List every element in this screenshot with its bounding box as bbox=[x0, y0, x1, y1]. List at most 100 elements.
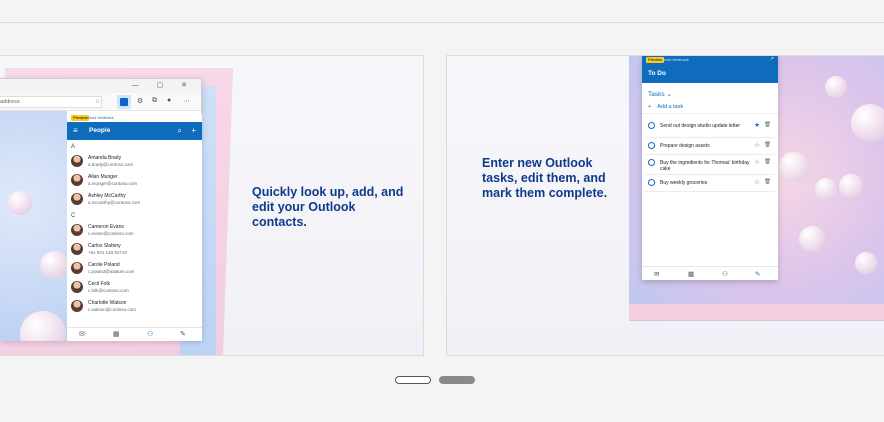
feedback-link: Send feedback bbox=[87, 115, 114, 120]
open-external-icon: ↗ bbox=[769, 56, 774, 62]
feedback-link: Send feedback bbox=[662, 57, 689, 62]
avatar bbox=[71, 243, 83, 255]
delete-icon: 🗑 bbox=[764, 159, 771, 165]
contact-email: c.watson@contoso.com bbox=[88, 307, 136, 312]
decor-sphere bbox=[20, 311, 66, 341]
contact-name: Carole Poland bbox=[88, 262, 120, 268]
star-filled-icon: ★ bbox=[754, 122, 760, 129]
people-icon: ⚇ bbox=[147, 331, 154, 338]
profile-icon: ● bbox=[167, 97, 172, 104]
contact-email: a.munger@contoso.com bbox=[88, 181, 138, 186]
contact-email: c.evans@contoso.com bbox=[88, 231, 134, 236]
calendar-icon: ▦ bbox=[113, 331, 120, 338]
caption-line: contacts. bbox=[252, 215, 307, 229]
collections-icon: ⧉ bbox=[152, 97, 157, 104]
star-icon: ☆ bbox=[754, 142, 760, 149]
add-task-label: Add a task bbox=[657, 104, 684, 110]
contact-row: Amanda Brady a.brady@contoso.com bbox=[67, 152, 202, 171]
people-title: People bbox=[89, 127, 111, 134]
browser-toolbar: address ☆ ⚙ ⧉ ● ⋯ bbox=[0, 93, 201, 111]
more-icon: ⋯ bbox=[183, 98, 190, 105]
decor-sphere bbox=[815, 178, 837, 200]
pager-dot-2[interactable] bbox=[439, 376, 475, 384]
contact-row: Carlos Slattery +91 921 133 91710 bbox=[67, 240, 202, 259]
people-header: ≡ People ⌕ + bbox=[67, 122, 202, 140]
delete-icon: 🗑 bbox=[764, 142, 771, 148]
task-text: Prepare design assets bbox=[660, 143, 710, 149]
todo-icon: ✎ bbox=[180, 331, 186, 338]
outlook-extension-icon bbox=[117, 95, 131, 109]
contact-name: Cameron Evans bbox=[88, 224, 124, 230]
contact-name: Ashley McCarthy bbox=[88, 193, 126, 199]
task-text: Buy the ingredients for Thomas' birthday… bbox=[660, 160, 750, 172]
complete-checkbox-icon bbox=[648, 142, 655, 149]
group-letter: C bbox=[71, 213, 76, 219]
panel-footer-nav: ✉ ▦ ⚇ ✎ bbox=[642, 266, 778, 280]
task-text: Send out design studio update letter bbox=[660, 123, 741, 129]
list-selector: Tasks ⌄ bbox=[642, 83, 778, 100]
slide-caption: Quickly look up, add, and edit your Outl… bbox=[252, 185, 412, 230]
task-row: Buy weekly groceries ☆ 🗑 bbox=[645, 175, 775, 192]
panel-banner: Preview Send feedback ↗ bbox=[642, 56, 778, 65]
plus-icon: + bbox=[648, 104, 652, 110]
decor-pink-band bbox=[629, 304, 884, 320]
contact-row: Cecil Folk c.folk@contoso.com bbox=[67, 278, 202, 297]
contact-name: Carlos Slattery bbox=[88, 243, 121, 249]
top-divider bbox=[0, 22, 884, 23]
webpage-background bbox=[0, 111, 67, 341]
contact-row: Cameron Evans c.evans@contoso.com bbox=[67, 221, 202, 240]
list-name: Tasks bbox=[648, 91, 665, 98]
contact-list: A Amanda Brady a.brady@contoso.com Allan Mu… bbox=[67, 140, 202, 316]
complete-checkbox-icon bbox=[648, 159, 655, 166]
avatar bbox=[71, 193, 83, 205]
slide-contacts: — ▢ ✕ address ☆ ⚙ ⧉ ● ⋯ Preview Send fee… bbox=[0, 55, 424, 356]
search-icon: ⌕ bbox=[177, 126, 182, 135]
caption-line: tasks, edit them, and bbox=[482, 171, 606, 185]
window-controls-icon: — ▢ ✕ bbox=[131, 82, 195, 89]
decor-sphere bbox=[839, 174, 863, 198]
star-icon: ☆ bbox=[754, 179, 760, 186]
task-row: Prepare design assets ☆ 🗑 bbox=[645, 138, 775, 155]
decor-sphere bbox=[851, 104, 884, 142]
avatar bbox=[71, 262, 83, 274]
avatar bbox=[71, 281, 83, 293]
delete-icon: 🗑 bbox=[764, 179, 771, 185]
pager-dot-1[interactable] bbox=[395, 376, 431, 384]
browser-window-illustration: — ▢ ✕ address ☆ ⚙ ⧉ ● ⋯ Preview Send fee… bbox=[0, 78, 202, 341]
delete-icon: 🗑 bbox=[764, 122, 771, 128]
avatar bbox=[71, 174, 83, 186]
people-panel: Preview Send feedback ≡ People ⌕ + A Aman… bbox=[67, 114, 202, 341]
contact-row: Allan Munger a.munger@contoso.com bbox=[67, 171, 202, 190]
contact-name: Cecil Folk bbox=[88, 281, 110, 287]
contact-name: Charlotte Watson bbox=[88, 300, 127, 306]
task-list: Send out design studio update letter ★ 🗑 Pr… bbox=[642, 114, 778, 192]
todo-icon: ✎ bbox=[755, 271, 761, 278]
decor-sphere bbox=[825, 76, 847, 98]
contact-email: a.mccarthy@contoso.com bbox=[88, 200, 141, 205]
contact-name: Amanda Brady bbox=[88, 155, 122, 161]
mail-icon: ✉ bbox=[654, 271, 660, 278]
favorite-icon: ☆ bbox=[95, 99, 101, 105]
complete-checkbox-icon bbox=[648, 179, 655, 186]
add-contact-icon: + bbox=[191, 126, 196, 135]
calendar-icon: ▦ bbox=[688, 271, 695, 278]
caption-line: mark them complete. bbox=[482, 186, 608, 200]
caption-line: edit your Outlook bbox=[252, 200, 356, 214]
star-icon: ☆ bbox=[754, 159, 760, 166]
decor-sphere bbox=[8, 191, 32, 215]
extensions-icon: ⚙ bbox=[137, 98, 144, 105]
decor-sphere bbox=[855, 252, 877, 274]
todo-title: To Do bbox=[642, 65, 778, 83]
contact-email: c.folk@contoso.com bbox=[88, 288, 129, 293]
address-bar: address bbox=[0, 96, 102, 108]
contact-name: Allan Munger bbox=[88, 174, 118, 180]
contact-row: Ashley McCarthy a.mccarthy@contoso.com bbox=[67, 190, 202, 209]
contact-email: c.poland@adatum.com bbox=[88, 269, 135, 274]
contact-row: Charlotte Watson c.watson@contoso.com bbox=[67, 297, 202, 316]
group-letter: A bbox=[71, 144, 76, 150]
decor-sphere bbox=[799, 226, 825, 252]
contact-email: a.brady@contoso.com bbox=[88, 162, 134, 167]
chevron-down-icon: ⌄ bbox=[664, 91, 672, 98]
avatar bbox=[71, 224, 83, 236]
task-row: Buy the ingredients for Thomas' birthday… bbox=[645, 155, 775, 175]
